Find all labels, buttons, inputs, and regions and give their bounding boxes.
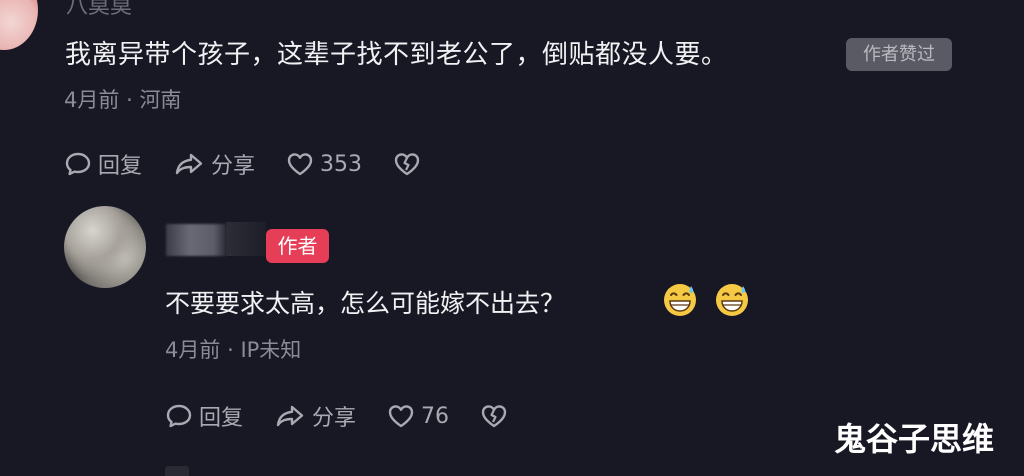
comment-actions: 回复 分享 353 [64,148,452,180]
reply-button[interactable]: 回复 [64,148,142,180]
like-button[interactable]: 353 [286,151,362,177]
author-badge: 作者 [266,229,329,263]
share-label: 分享 [211,154,256,179]
share-button[interactable]: 分享 [274,400,356,432]
grinning-sweat-emoji [662,282,698,318]
share-label: 分享 [312,406,357,431]
share-arrow-icon [274,403,306,429]
comment-text: 我离异带个孩子，这辈子找不到老公了，倒贴都没人要。 [65,40,728,70]
heart-icon [286,151,314,177]
next-avatar-edge [165,466,189,476]
dislike-button[interactable] [480,403,508,429]
reply-label: 回复 [199,406,244,431]
author-liked-badge: 作者赞过 [846,38,952,71]
comment-meta: 4月前 · 河南 [64,84,181,114]
grinning-sweat-emoji [714,282,750,318]
like-count: 353 [320,151,363,177]
reply-bubble-icon [165,403,193,429]
reply-time: 4月前 [165,338,221,362]
reply-actions: 回复 分享 76 [165,400,539,432]
share-button[interactable]: 分享 [173,148,255,180]
meta-separator: · [227,338,234,362]
author-name-blurred-tail [226,222,266,256]
comment-time: 4月前 [64,88,120,112]
comment-location: 河南 [139,88,182,112]
meta-separator: · [126,88,133,112]
author-name-blurred[interactable] [166,224,226,256]
like-button[interactable]: 76 [387,403,449,429]
broken-heart-icon [480,403,508,429]
broken-heart-icon [393,151,421,177]
reply-button[interactable]: 回复 [165,400,243,432]
share-arrow-icon [173,151,205,177]
reply-meta: 4月前 · IP未知 [165,334,301,364]
reply-label: 回复 [98,154,143,179]
commenter-avatar[interactable] [0,0,38,50]
reply-location: IP未知 [240,338,302,362]
commenter-name[interactable]: 八莫莫 [66,0,132,20]
watermark: 鬼谷子思维 [834,420,995,458]
like-count: 76 [421,403,450,429]
reply-text: 不要要求太高，怎么可能嫁不出去？ [165,289,566,318]
author-avatar[interactable] [64,206,146,288]
dislike-button[interactable] [393,151,421,177]
reply-bubble-icon [64,151,92,177]
heart-icon [387,403,415,429]
